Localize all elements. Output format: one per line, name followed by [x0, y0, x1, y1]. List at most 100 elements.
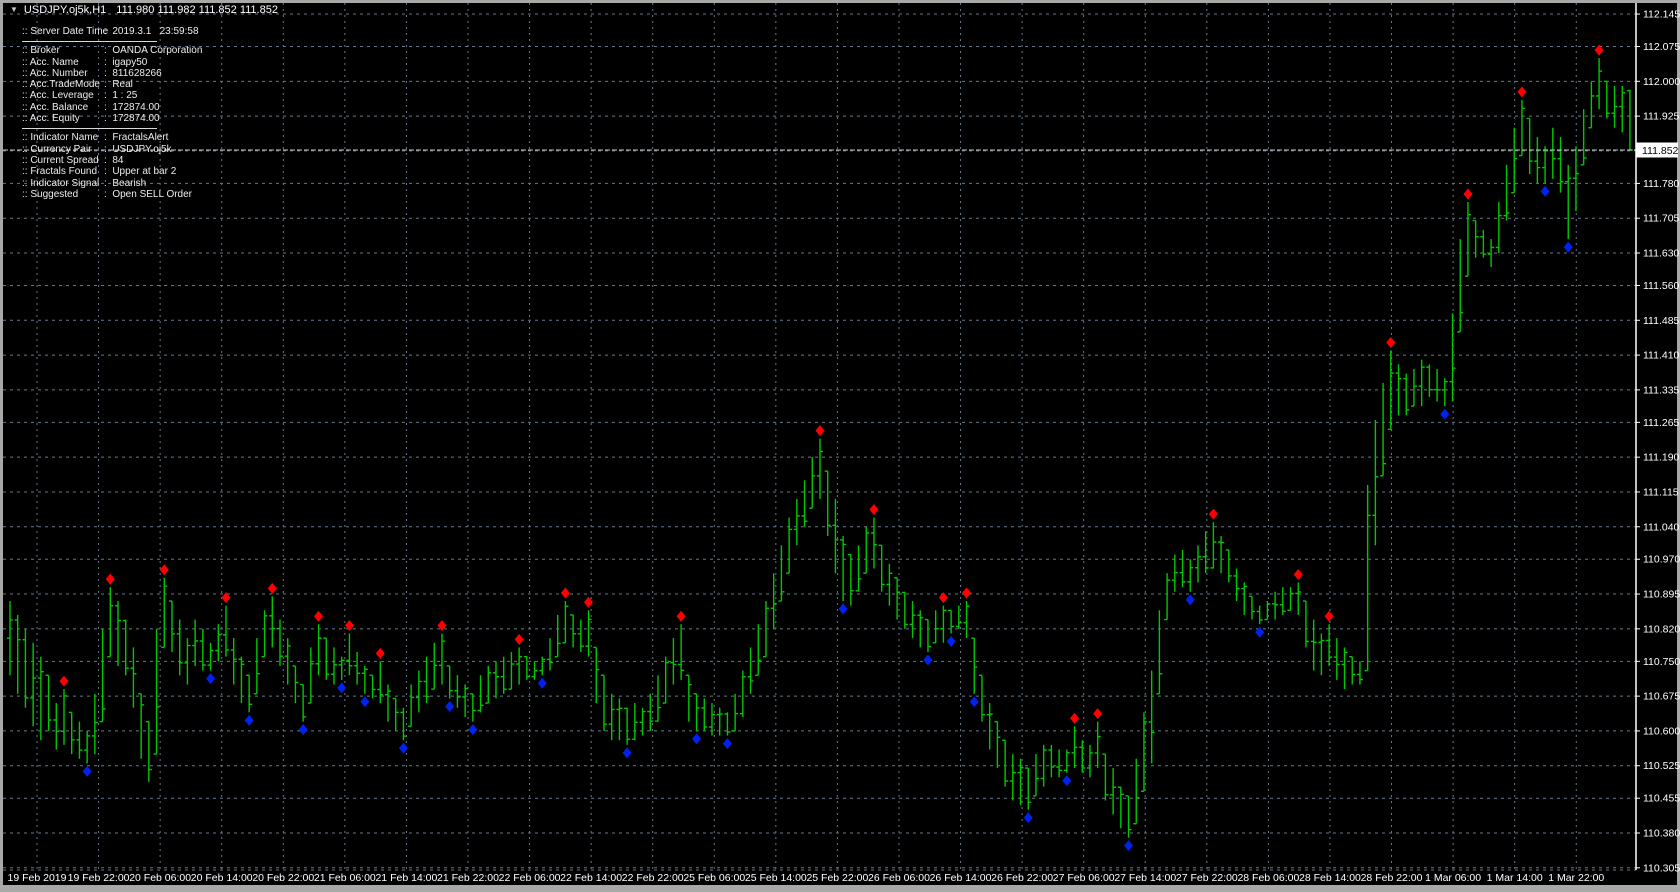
upper-fractal-marker — [1209, 509, 1218, 520]
ohlc-bar — [678, 624, 684, 680]
price-axis-label: 110.455 — [1643, 793, 1680, 805]
ohlc-bar — [76, 722, 82, 759]
ohlc-bar — [1318, 633, 1324, 675]
ohlc-bar — [1072, 726, 1078, 768]
ohlc-bar — [385, 685, 391, 722]
ohlc-bar — [562, 601, 568, 643]
ohlc-bar — [246, 675, 252, 712]
indicator-info-row-3-value: : Upper at bar 2 — [104, 166, 176, 177]
upper-fractal-marker — [869, 504, 878, 515]
price-axis-label: 110.305 — [1643, 862, 1680, 874]
ohlc-bar — [578, 620, 584, 652]
ohlc-bar — [1365, 485, 1371, 671]
account-info-row-4-label: :: Acc. Leverage — [22, 90, 104, 101]
ohlc-bar — [655, 675, 661, 721]
lower-fractal-marker — [245, 715, 254, 726]
ohlc-bar — [300, 685, 306, 722]
ohlc-bar — [817, 439, 823, 499]
ohlc-bar — [1264, 601, 1270, 620]
time-axis-label: 27 Feb 06:00 — [1053, 872, 1115, 884]
time-axis[interactable]: 19 Feb 201919 Feb 22:0020 Feb 06:0020 Fe… — [8, 872, 1605, 884]
lower-fractal-marker — [1124, 840, 1133, 851]
account-info-row-3-value: : Real — [104, 79, 133, 90]
ohlc-bar — [1210, 522, 1216, 568]
upper-fractal-marker — [1386, 337, 1395, 348]
time-axis-label: 27 Feb 14:00 — [1114, 872, 1176, 884]
ohlc-bar — [1249, 596, 1255, 619]
lower-fractal-marker — [399, 743, 408, 754]
ohlc-bar — [346, 633, 352, 675]
account-info-row-4: :: Acc. Leverage: 1 : 25 — [22, 90, 202, 101]
ohlc-bar — [470, 694, 476, 722]
ohlc-bar — [416, 671, 422, 713]
fractal-markers — [59, 45, 1603, 852]
upper-fractal-marker — [939, 592, 948, 603]
lower-fractal-marker — [1564, 242, 1573, 253]
price-axis-label: 110.525 — [1643, 760, 1680, 772]
ohlc-bar — [624, 708, 630, 745]
server-datetime-row: :: Server Date Time: 2019.3.1 23:59:58 — [22, 26, 202, 37]
ohlc-bar — [1295, 582, 1301, 614]
upper-fractal-marker — [515, 634, 524, 645]
ohlc-bar — [532, 661, 538, 680]
price-axis[interactable]: 112.145112.075112.000111.925111.780111.7… — [1636, 9, 1680, 875]
ohlc-bar — [354, 652, 360, 684]
chart-dropdown-arrow-icon[interactable]: ▼ — [10, 5, 18, 14]
ohlc-bar — [1203, 531, 1209, 573]
ohlc-bar — [208, 643, 214, 671]
ohlc-bar — [539, 657, 545, 676]
ohlc-bar — [601, 675, 607, 731]
price-axis-label: 111.040 — [1643, 521, 1680, 533]
price-axis-label: 111.630 — [1643, 248, 1680, 260]
ohlc-bar — [971, 638, 977, 694]
price-axis-label: 111.335 — [1643, 384, 1680, 396]
ohlc-bar — [886, 564, 892, 606]
lower-fractal-marker — [445, 701, 454, 712]
upper-fractal-marker — [1325, 611, 1334, 622]
ohlc-bar — [1288, 587, 1294, 610]
ohlc-bar — [778, 545, 784, 601]
ohlc-bar — [7, 601, 13, 675]
time-axis-label: 20 Feb 14:00 — [191, 872, 253, 884]
ohlc-bar — [400, 708, 406, 740]
ohlc-bar — [1218, 536, 1224, 573]
time-axis-label: 21 Feb 06:00 — [314, 872, 376, 884]
account-info-row-0-value: : OANDA Corporation — [104, 45, 202, 56]
ohlc-bar — [840, 536, 846, 601]
ohlc-bar — [30, 643, 36, 727]
ohlc-bar — [809, 457, 815, 508]
current-price-label: 111.852 — [1642, 145, 1679, 157]
ohlc-bar — [994, 722, 1000, 768]
lower-fractal-marker — [1186, 594, 1195, 605]
price-axis-label: 110.380 — [1643, 828, 1680, 840]
upper-fractal-marker — [584, 597, 593, 608]
account-info-row-6-value: : 172874.00 — [104, 113, 160, 124]
time-axis-label: 1 Mar 06:00 — [1425, 872, 1481, 884]
account-info-row-6-label: :: Acc. Equity — [22, 113, 104, 124]
lower-fractal-marker — [623, 747, 632, 758]
account-info-row-2: :: Acc. Number: 811628266 — [22, 68, 202, 79]
ohlc-bar — [940, 606, 946, 643]
ohlc-bar — [100, 629, 106, 722]
ohlc-bar — [462, 685, 468, 717]
ohlc-bar — [1002, 740, 1008, 786]
time-axis-label: 22 Feb 22:00 — [622, 872, 684, 884]
ohlc-bar — [1612, 86, 1618, 128]
ohlc-bar — [254, 638, 260, 694]
indicator-info-row-1-value: : USDJPY.oj5k — [104, 144, 172, 155]
lower-fractal-marker — [947, 636, 956, 647]
ohlc-bar — [1048, 745, 1054, 777]
price-axis-label: 110.820 — [1643, 623, 1680, 635]
ohlc-bar — [69, 712, 75, 754]
price-axis-label: 111.485 — [1643, 315, 1680, 327]
ohlc-bar — [1457, 239, 1463, 332]
ohlc-bar — [863, 527, 869, 573]
ohlc-bar — [478, 675, 484, 712]
ohlc-bar — [215, 624, 221, 661]
ohlc-bar — [269, 596, 275, 647]
time-axis-label: 22 Feb 14:00 — [560, 872, 622, 884]
account-info-row-5-label: :: Acc. Balance — [22, 102, 104, 113]
price-chart-canvas[interactable]: 112.145112.075112.000111.925111.780111.7… — [0, 0, 1680, 892]
time-axis-label: 25 Feb 14:00 — [745, 872, 807, 884]
price-axis-label: 111.265 — [1643, 417, 1680, 429]
